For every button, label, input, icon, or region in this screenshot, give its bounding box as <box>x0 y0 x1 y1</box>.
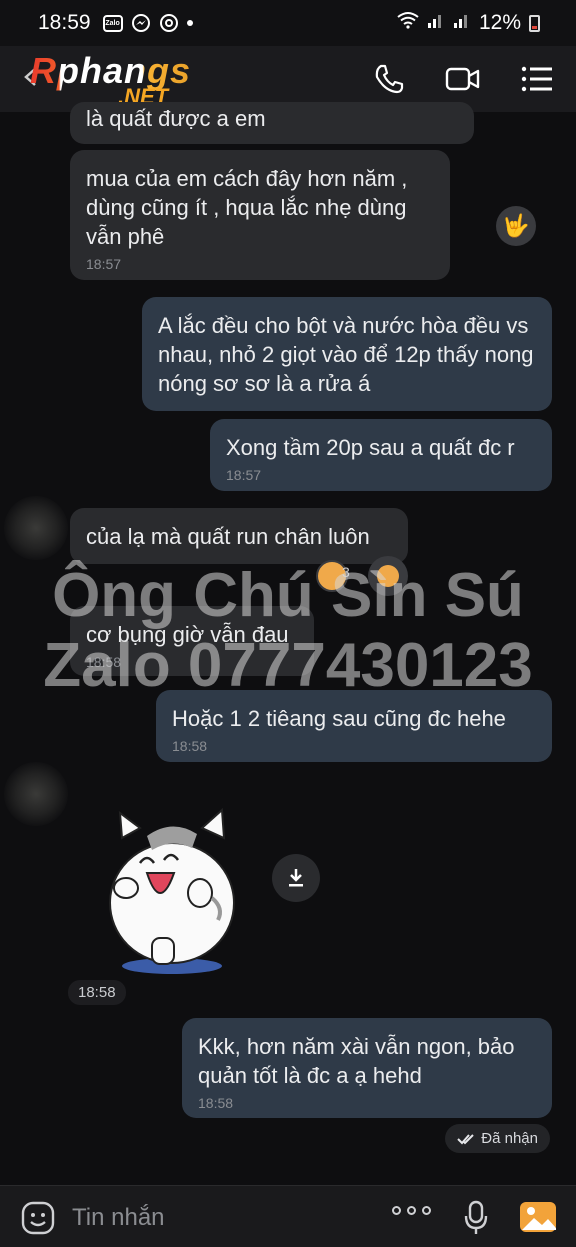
message-time: 18:58 <box>86 654 122 670</box>
message-text: Hoặc 1 2 tiêang sau cũng đc hehe <box>172 706 506 731</box>
add-reaction-icon[interactable] <box>368 556 408 596</box>
message-text: mua của em cách đây hơn năm , dùng cũng … <box>86 166 408 249</box>
message-text: Kkk, hơn năm xài vẫn ngon, bảo quản tốt … <box>198 1034 515 1088</box>
wifi-icon <box>397 11 419 35</box>
contact-avatar[interactable] <box>4 496 68 560</box>
more-options-icon[interactable] <box>392 1206 431 1215</box>
message-text: của lạ mà quất run chân luôn <box>86 524 370 549</box>
message-time: 18:57 <box>86 256 122 272</box>
message-text: Xong tầm 20p sau a quất đc r <box>226 435 515 460</box>
delivery-status-badge: Đã nhận <box>445 1124 550 1153</box>
status-bar: 18:59 Zalo 12% <box>0 0 576 46</box>
emoji-sticker-icon[interactable] <box>20 1200 56 1236</box>
message-text: là quất được a em <box>86 106 266 131</box>
contact-avatar[interactable] <box>4 762 68 826</box>
hand-reaction-icon[interactable]: 🤟 <box>496 206 536 246</box>
download-icon <box>289 869 303 887</box>
message-time: 18:57 <box>226 467 262 483</box>
microphone-icon[interactable] <box>464 1200 488 1236</box>
message-time: 18:58 <box>172 738 208 754</box>
gallery-image-icon[interactable] <box>518 1198 558 1236</box>
message-bubble-outgoing[interactable]: Xong tầm 20p sau a quất đc r 18:57 <box>210 419 552 491</box>
messenger-notification-icon <box>131 13 151 33</box>
cat-sticker-image[interactable] <box>92 798 252 978</box>
message-bubble-incoming[interactable]: là quất được a em <box>70 102 474 144</box>
message-bubble-incoming[interactable]: mua của em cách đây hơn năm , dùng cũng … <box>70 150 450 280</box>
battery-percent: 12% <box>478 11 521 34</box>
status-time: 18:59 <box>38 11 91 34</box>
chat-area[interactable]: là quất được a em mua của em cách đây hơ… <box>0 102 576 1185</box>
phone-call-icon[interactable] <box>370 60 408 98</box>
more-notifications-dot-icon <box>186 20 193 26</box>
status-right: 12% <box>397 11 540 35</box>
sticker-time: 18:58 <box>68 980 126 1005</box>
message-bubble-incoming[interactable]: cơ bụng giờ vẫn đau 18:58 <box>70 606 314 676</box>
double-check-icon <box>457 1133 474 1144</box>
message-bubble-outgoing[interactable]: Hoặc 1 2 tiêang sau cũng đc hehe 18:58 <box>156 690 552 762</box>
battery-icon <box>529 14 540 32</box>
message-text: cơ bụng giờ vẫn đau <box>86 622 289 647</box>
signal-icon-2 <box>453 11 471 35</box>
message-input[interactable] <box>70 1198 364 1238</box>
reaction-count: 3 <box>342 564 350 580</box>
zalo-notification-icon: Zalo <box>102 14 123 32</box>
message-bubble-outgoing[interactable]: A lắc đều cho bột và nước hòa đều vs nha… <box>142 297 552 411</box>
message-composer <box>0 1185 576 1247</box>
header-actions <box>370 60 556 98</box>
message-text: A lắc đều cho bột và nước hòa đều vs nha… <box>158 313 534 396</box>
download-sticker-button[interactable] <box>272 854 320 902</box>
site-logo: Rphangs .NET <box>30 50 230 110</box>
delivery-status-text: Đã nhận <box>481 1130 538 1147</box>
video-call-icon[interactable] <box>444 60 482 98</box>
message-time: 18:58 <box>198 1095 234 1111</box>
message-bubble-incoming[interactable]: của lạ mà quất run chân luôn <box>70 508 408 564</box>
app-notification-icon <box>159 13 179 33</box>
signal-icon-1 <box>427 11 445 35</box>
message-bubble-outgoing[interactable]: Kkk, hơn năm xài vẫn ngon, bảo quản tốt … <box>182 1018 552 1118</box>
menu-list-icon[interactable] <box>518 60 556 98</box>
